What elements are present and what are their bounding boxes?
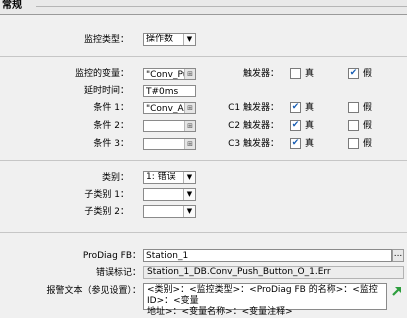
category-select[interactable]: 1: 错误 ▼ bbox=[143, 171, 196, 184]
c2-false-checkbox[interactable] bbox=[348, 120, 359, 131]
condition-3-input[interactable]: ⊞ bbox=[143, 138, 196, 150]
c2-true-checkbox[interactable]: ✔ bbox=[290, 120, 301, 131]
condition-2-input[interactable]: ⊞ bbox=[143, 120, 196, 132]
c1-true-checkbox[interactable]: ✔ bbox=[290, 102, 301, 113]
monitor-type-label: 监控类型： bbox=[83, 35, 129, 45]
chevron-down-icon: ▼ bbox=[183, 206, 195, 217]
subcategory-1-label: 子类别 1： bbox=[84, 190, 129, 200]
section-header[interactable]: 常规 bbox=[0, 0, 407, 15]
error-tag-value: Station_1_DB.Conv_Push_Button_O_1.Err bbox=[147, 267, 331, 277]
c2-true-label: 真 bbox=[305, 121, 315, 131]
chevron-down-icon: ▼ bbox=[183, 34, 195, 45]
subcategory-2-label: 子类别 2： bbox=[84, 207, 129, 217]
delay-label: 延时时间： bbox=[83, 86, 129, 96]
prodiag-fb-input[interactable]: Station_1 bbox=[143, 249, 392, 262]
prodiag-fb-browse-button[interactable]: ... bbox=[392, 249, 404, 262]
condition-2-label: 条件 2： bbox=[93, 121, 129, 131]
prodiag-fb-label: ProDiag FB： bbox=[82, 251, 141, 261]
c3-false-checkbox[interactable] bbox=[348, 138, 359, 149]
error-tag-label: 错误标记： bbox=[95, 268, 141, 278]
c3-true-label: 真 bbox=[305, 139, 315, 149]
alarm-text-line-1: <类别>：<监控类型>：<ProDiag FB 的名称>：<监控 ID>：<变量 bbox=[147, 285, 378, 306]
delay-input[interactable]: T#0ms bbox=[143, 85, 196, 97]
c3-true-checkbox[interactable]: ✔ bbox=[290, 138, 301, 149]
monitor-type-value: 操作数 bbox=[146, 34, 174, 44]
monitored-var-input[interactable]: "Conv_Pus ⊞ bbox=[143, 68, 196, 80]
divider bbox=[0, 232, 407, 233]
trigger-true-label: 真 bbox=[305, 69, 315, 79]
trigger-label: 触发器： bbox=[242, 69, 279, 79]
header-divider bbox=[36, 6, 407, 7]
c2-false-label: 假 bbox=[363, 121, 373, 131]
c1-trigger-label: C1 触发器： bbox=[228, 103, 279, 113]
tag-browse-icon[interactable]: ⊞ bbox=[184, 139, 195, 149]
monitored-var-label: 监控的变量： bbox=[74, 69, 129, 79]
tag-browse-icon[interactable]: ⊞ bbox=[184, 121, 195, 131]
alarm-text-area[interactable]: <类别>：<监控类型>：<ProDiag FB 的名称>：<监控 ID>：<变量… bbox=[143, 283, 387, 317]
condition-3-label: 条件 3： bbox=[93, 139, 129, 149]
monitor-type-select[interactable]: 操作数 ▼ bbox=[143, 33, 196, 46]
arrow-up-right-icon[interactable] bbox=[390, 284, 404, 298]
divider bbox=[0, 160, 407, 161]
trigger-true-checkbox[interactable] bbox=[290, 68, 301, 79]
error-tag-field: Station_1_DB.Conv_Push_Button_O_1.Err bbox=[143, 266, 404, 279]
tag-browse-icon[interactable]: ⊞ bbox=[184, 69, 195, 79]
delay-value: T#0ms bbox=[146, 87, 179, 97]
condition-1-input[interactable]: "Conv_Act ⊞ bbox=[143, 102, 196, 114]
alarm-text-label: 报警文本（参见设置）： bbox=[46, 286, 141, 296]
chevron-down-icon: ▼ bbox=[183, 189, 195, 200]
divider bbox=[0, 56, 407, 57]
c2-trigger-label: C2 触发器： bbox=[228, 121, 279, 131]
c1-false-checkbox[interactable] bbox=[348, 102, 359, 113]
alarm-text-line-2: 地址>：<变量名称>：<变量注释> bbox=[147, 307, 293, 317]
condition-1-label: 条件 1： bbox=[93, 103, 129, 113]
section-title: 常规 bbox=[2, 0, 22, 11]
category-value: 1: 错误 bbox=[146, 172, 176, 182]
c3-false-label: 假 bbox=[363, 139, 373, 149]
c1-true-label: 真 bbox=[305, 103, 315, 113]
trigger-false-label: 假 bbox=[363, 69, 373, 79]
subcategory-1-select[interactable]: ▼ bbox=[143, 188, 196, 201]
chevron-down-icon: ▼ bbox=[183, 172, 195, 183]
trigger-false-checkbox[interactable]: ✔ bbox=[348, 68, 359, 79]
prodiag-fb-value: Station_1 bbox=[146, 251, 189, 261]
category-label: 类别： bbox=[101, 173, 129, 183]
subcategory-2-select[interactable]: ▼ bbox=[143, 205, 196, 218]
c1-false-label: 假 bbox=[363, 103, 373, 113]
c3-trigger-label: C3 触发器： bbox=[228, 139, 279, 149]
tag-browse-icon[interactable]: ⊞ bbox=[184, 103, 195, 113]
